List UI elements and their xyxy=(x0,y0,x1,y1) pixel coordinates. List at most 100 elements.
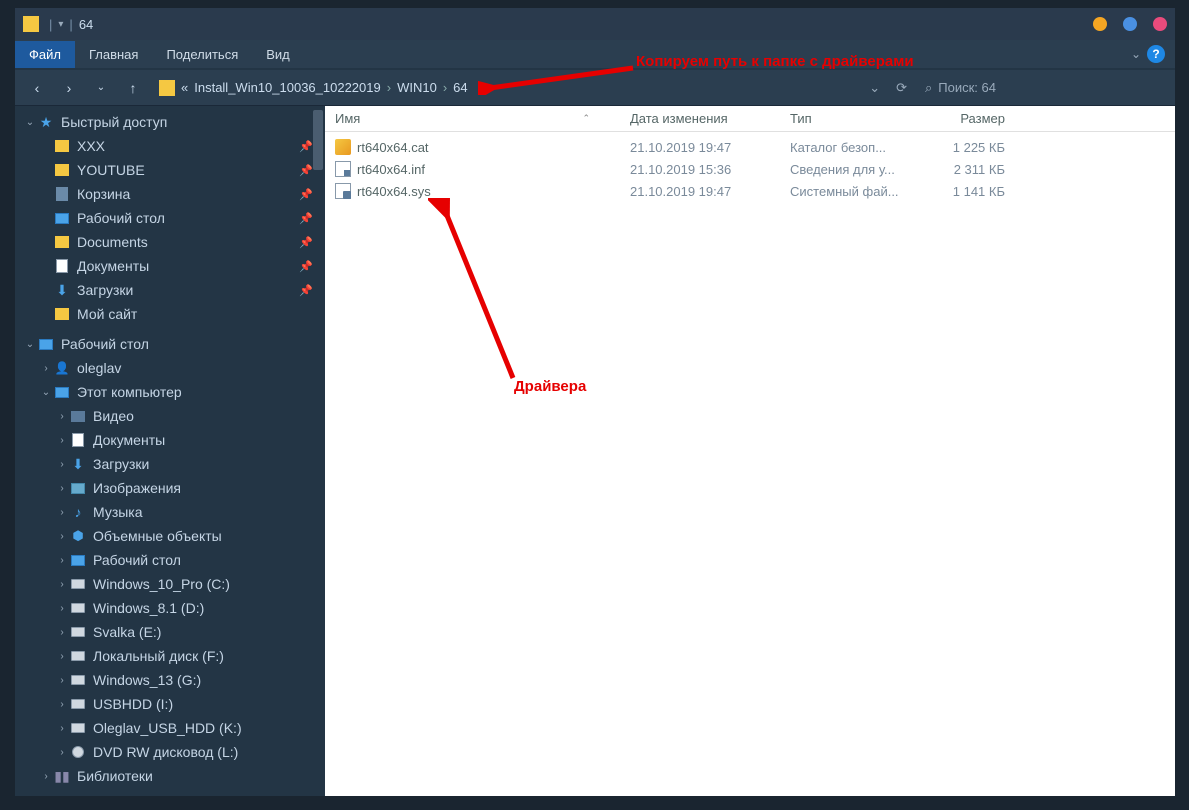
sidebar-item-desktop-pc[interactable]: ›Рабочий стол xyxy=(15,548,325,572)
chevron-right-icon[interactable]: › xyxy=(55,555,69,566)
sidebar-item-dvd-l[interactable]: ›DVD RW дисковод (L:) xyxy=(15,740,325,764)
chevron-right-icon: › xyxy=(443,80,447,95)
file-name: rt640x64.cat xyxy=(357,140,429,155)
sidebar-item-music[interactable]: ›♪Музыка xyxy=(15,500,325,524)
download-icon: ⬇ xyxy=(53,282,71,298)
chevron-right-icon[interactable]: › xyxy=(55,507,69,518)
sidebar-item-downloads[interactable]: ›⬇Загрузки xyxy=(15,452,325,476)
sidebar-item-video[interactable]: ›Видео xyxy=(15,404,325,428)
file-size: 2 311 КБ xyxy=(915,162,1015,177)
sidebar-item-youtube[interactable]: YOUTUBE📌 xyxy=(15,158,325,182)
sidebar-desktop[interactable]: ⌄Рабочий стол xyxy=(15,332,325,356)
folder-icon xyxy=(55,164,69,176)
file-row[interactable]: rt640x64.sys 21.10.2019 19:47 Системный … xyxy=(325,180,1175,202)
nav-back-button[interactable]: ‹ xyxy=(23,74,51,102)
chevron-right-icon[interactable]: › xyxy=(55,483,69,494)
chevron-right-icon[interactable]: › xyxy=(55,603,69,614)
ribbon-expand-icon[interactable]: ⌄ xyxy=(1131,47,1141,61)
file-type: Сведения для у... xyxy=(780,162,915,177)
chevron-down-icon[interactable]: ⌄ xyxy=(23,117,37,128)
column-headers[interactable]: Имя⌃ Дата изменения Тип Размер xyxy=(325,106,1175,132)
sidebar-item-3dobjects[interactable]: ›⬢Объемные объекты xyxy=(15,524,325,548)
nav-dropdown-icon[interactable]: ⌄ xyxy=(87,74,115,102)
drive-icon xyxy=(71,579,85,589)
sidebar-item-drive-f[interactable]: ›Локальный диск (F:) xyxy=(15,644,325,668)
file-type: Каталог безоп... xyxy=(780,140,915,155)
chevron-down-icon[interactable]: ⌄ xyxy=(23,339,37,350)
sidebar-item-documents-q[interactable]: Documents📌 xyxy=(15,230,325,254)
column-name[interactable]: Имя⌃ xyxy=(325,111,620,126)
menu-file[interactable]: Файл xyxy=(15,41,75,68)
titlebar-dropdown-icon[interactable]: ▾ xyxy=(58,19,63,30)
titlebar[interactable]: | ▾ | 64 xyxy=(15,8,1175,40)
pin-icon: 📌 xyxy=(299,284,313,297)
sidebar-item-drive-k[interactable]: ›Oleglav_USB_HDD (K:) xyxy=(15,716,325,740)
document-icon xyxy=(72,433,84,447)
file-rows: rt640x64.cat 21.10.2019 19:47 Каталог бе… xyxy=(325,132,1175,206)
minimize-button[interactable] xyxy=(1093,17,1107,31)
file-row[interactable]: rt640x64.cat 21.10.2019 19:47 Каталог бе… xyxy=(325,136,1175,158)
breadcrumb-path[interactable]: « Install_Win10_10036_10222019 › WIN10 ›… xyxy=(151,74,859,102)
sys-file-icon xyxy=(335,183,351,199)
chevron-right-icon[interactable]: › xyxy=(55,531,69,542)
chevron-right-icon[interactable]: › xyxy=(55,675,69,686)
close-button[interactable] xyxy=(1153,17,1167,31)
sidebar-item-drive-e[interactable]: ›Svalka (E:) xyxy=(15,620,325,644)
folder-icon xyxy=(55,140,69,152)
pc-icon xyxy=(55,387,69,398)
sidebar-item-pictures[interactable]: ›Изображения xyxy=(15,476,325,500)
address-bar: ‹ › ⌄ ↑ « Install_Win10_10036_10222019 ›… xyxy=(15,70,1175,106)
sidebar-item-documents-ru[interactable]: Документы📌 xyxy=(15,254,325,278)
nav-up-button[interactable]: ↑ xyxy=(119,74,147,102)
window-title: 64 xyxy=(79,17,93,32)
sidebar-item-desktop-q[interactable]: Рабочий стол📌 xyxy=(15,206,325,230)
sidebar-item-drive-d[interactable]: ›Windows_8.1 (D:) xyxy=(15,596,325,620)
breadcrumb-seg-1[interactable]: Install_Win10_10036_10222019 xyxy=(194,80,381,95)
chevron-right-icon[interactable]: › xyxy=(55,651,69,662)
menu-view[interactable]: Вид xyxy=(252,41,304,68)
chevron-right-icon[interactable]: › xyxy=(39,771,53,782)
sidebar-item-downloads-q[interactable]: ⬇Загрузки📌 xyxy=(15,278,325,302)
breadcrumb-seg-3[interactable]: 64 xyxy=(453,80,467,95)
sidebar-item-mysite[interactable]: Мой сайт xyxy=(15,302,325,326)
maximize-button[interactable] xyxy=(1123,17,1137,31)
sidebar-item-drive-g[interactable]: ›Windows_13 (G:) xyxy=(15,668,325,692)
file-row[interactable]: rt640x64.inf 21.10.2019 15:36 Сведения д… xyxy=(325,158,1175,180)
menu-share[interactable]: Поделиться xyxy=(152,41,252,68)
sidebar-item-documents[interactable]: ›Документы xyxy=(15,428,325,452)
sidebar-item-user[interactable]: ›👤oleglav xyxy=(15,356,325,380)
titlebar-sep: | xyxy=(49,17,52,32)
chevron-right-icon[interactable]: › xyxy=(55,411,69,422)
chevron-right-icon[interactable]: › xyxy=(39,363,53,374)
breadcrumb-seg-2[interactable]: WIN10 xyxy=(397,80,437,95)
sidebar-item-recyclebin[interactable]: Корзина📌 xyxy=(15,182,325,206)
chevron-down-icon[interactable]: ⌄ xyxy=(39,387,53,398)
search-input[interactable]: ⌕ Поиск: 64 xyxy=(917,74,1167,102)
address-dropdown-icon[interactable]: ⌄ xyxy=(863,80,886,96)
chevron-right-icon[interactable]: › xyxy=(55,459,69,470)
sidebar-item-drive-i[interactable]: ›USBHDD (I:) xyxy=(15,692,325,716)
sidebar-quick-access[interactable]: ⌄ ★ Быстрый доступ xyxy=(15,110,325,134)
column-date[interactable]: Дата изменения xyxy=(620,111,780,126)
desktop-icon xyxy=(71,555,85,566)
refresh-button[interactable]: ⟳ xyxy=(890,80,913,96)
chevron-right-icon[interactable]: › xyxy=(55,435,69,446)
nav-forward-button[interactable]: › xyxy=(55,74,83,102)
menu-home[interactable]: Главная xyxy=(75,41,152,68)
chevron-right-icon[interactable]: › xyxy=(55,723,69,734)
help-icon[interactable]: ? xyxy=(1147,45,1165,63)
sidebar-scrollbar-thumb[interactable] xyxy=(313,110,323,170)
file-name: rt640x64.sys xyxy=(357,184,431,199)
chevron-right-icon[interactable]: › xyxy=(55,579,69,590)
chevron-right-icon[interactable]: › xyxy=(55,699,69,710)
sidebar-item-libraries[interactable]: ›▮▮Библиотеки xyxy=(15,764,325,788)
sidebar-item-thispc[interactable]: ⌄Этот компьютер xyxy=(15,380,325,404)
column-size[interactable]: Размер xyxy=(915,111,1015,126)
chevron-right-icon[interactable]: › xyxy=(55,627,69,638)
chevron-right-icon[interactable]: › xyxy=(55,747,69,758)
sidebar-item-xxx[interactable]: XXX📌 xyxy=(15,134,325,158)
navigation-sidebar[interactable]: ⌄ ★ Быстрый доступ XXX📌 YOUTUBE📌 Корзина… xyxy=(15,106,325,796)
sidebar-item-drive-c[interactable]: ›Windows_10_Pro (C:) xyxy=(15,572,325,596)
column-type[interactable]: Тип xyxy=(780,111,915,126)
file-name: rt640x64.inf xyxy=(357,162,425,177)
